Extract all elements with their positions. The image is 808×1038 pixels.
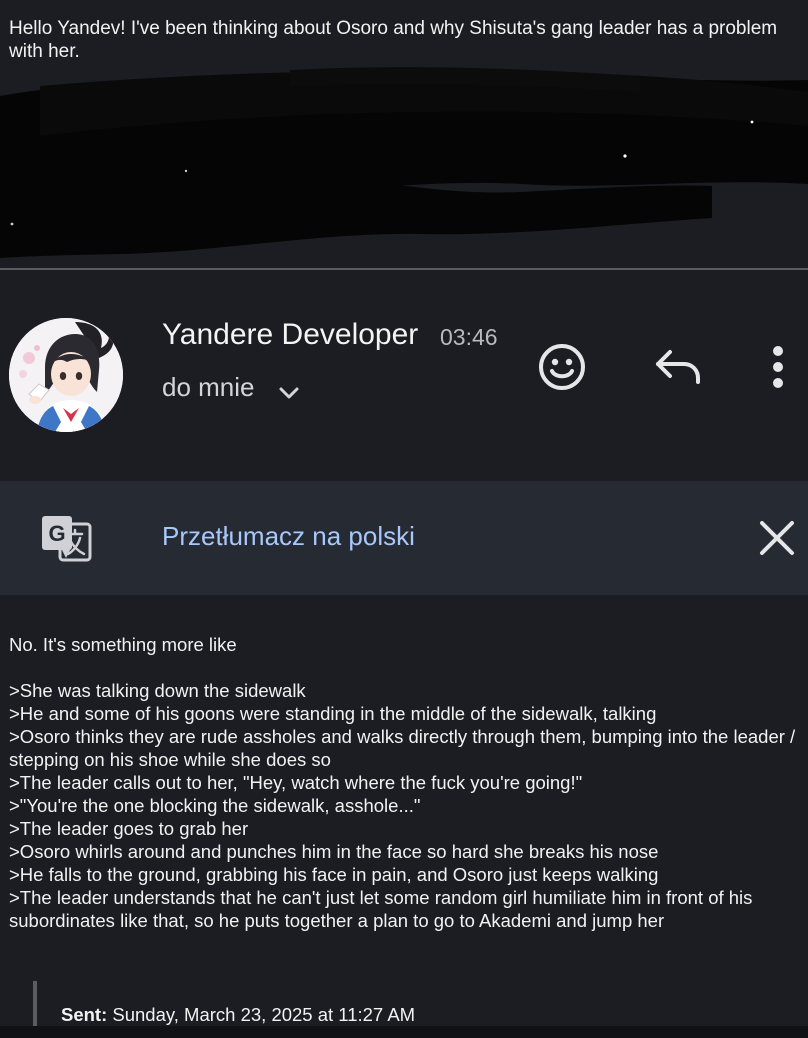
close-icon[interactable]	[758, 519, 796, 557]
translate-link[interactable]: Przetłumacz na polski	[162, 521, 415, 552]
bottom-edge	[0, 1026, 808, 1038]
body-line: >"You're the one blocking the sidewalk, …	[9, 795, 421, 816]
more-vert-icon[interactable]	[766, 344, 790, 390]
body-line: >The leader goes to grab her	[9, 818, 249, 839]
sender-name: Yandere Developer	[162, 318, 419, 351]
sent-line: Sent: Sunday, March 23, 2025 at 11:27 AM	[61, 1004, 415, 1026]
quote-bar	[33, 981, 37, 1026]
body-line: >The leader understands that he can't ju…	[9, 887, 758, 931]
avatar-image	[9, 318, 123, 432]
body-intro: No. It's something more like	[9, 634, 237, 655]
chevron-down-icon[interactable]	[276, 380, 302, 406]
body-line: >The leader calls out to her, "Hey, watc…	[9, 772, 583, 793]
redaction-scribble	[0, 67, 808, 258]
quoted-message: Hello Yandev! I've been thinking about O…	[0, 0, 808, 268]
body-line: >He falls to the ground, grabbing his fa…	[9, 864, 659, 885]
reply-icon[interactable]	[654, 346, 702, 386]
email-view: Hello Yandev! I've been thinking about O…	[0, 0, 808, 1038]
sent-label: Sent:	[61, 1004, 108, 1025]
body-line: >Osoro whirls around and punches him in …	[9, 841, 659, 862]
sent-date: Sunday, March 23, 2025 at 11:27 AM	[112, 1004, 416, 1025]
message-body: No. It's something more like >She was ta…	[9, 633, 799, 932]
quoted-text: Hello Yandev! I've been thinking about O…	[9, 18, 778, 62]
body-line: >He and some of his goons were standing …	[9, 703, 657, 724]
message-time: 03:46	[440, 324, 498, 350]
recipient-label[interactable]: do mnie	[162, 372, 255, 403]
google-translate-icon: G	[42, 516, 92, 562]
emoji-icon[interactable]	[537, 342, 587, 392]
body-line: >She was talking down the sidewalk	[9, 680, 306, 701]
svg-text:G: G	[48, 521, 65, 546]
body-line: >Osoro thinks they are rude assholes and…	[9, 726, 801, 770]
avatar[interactable]	[9, 318, 123, 432]
